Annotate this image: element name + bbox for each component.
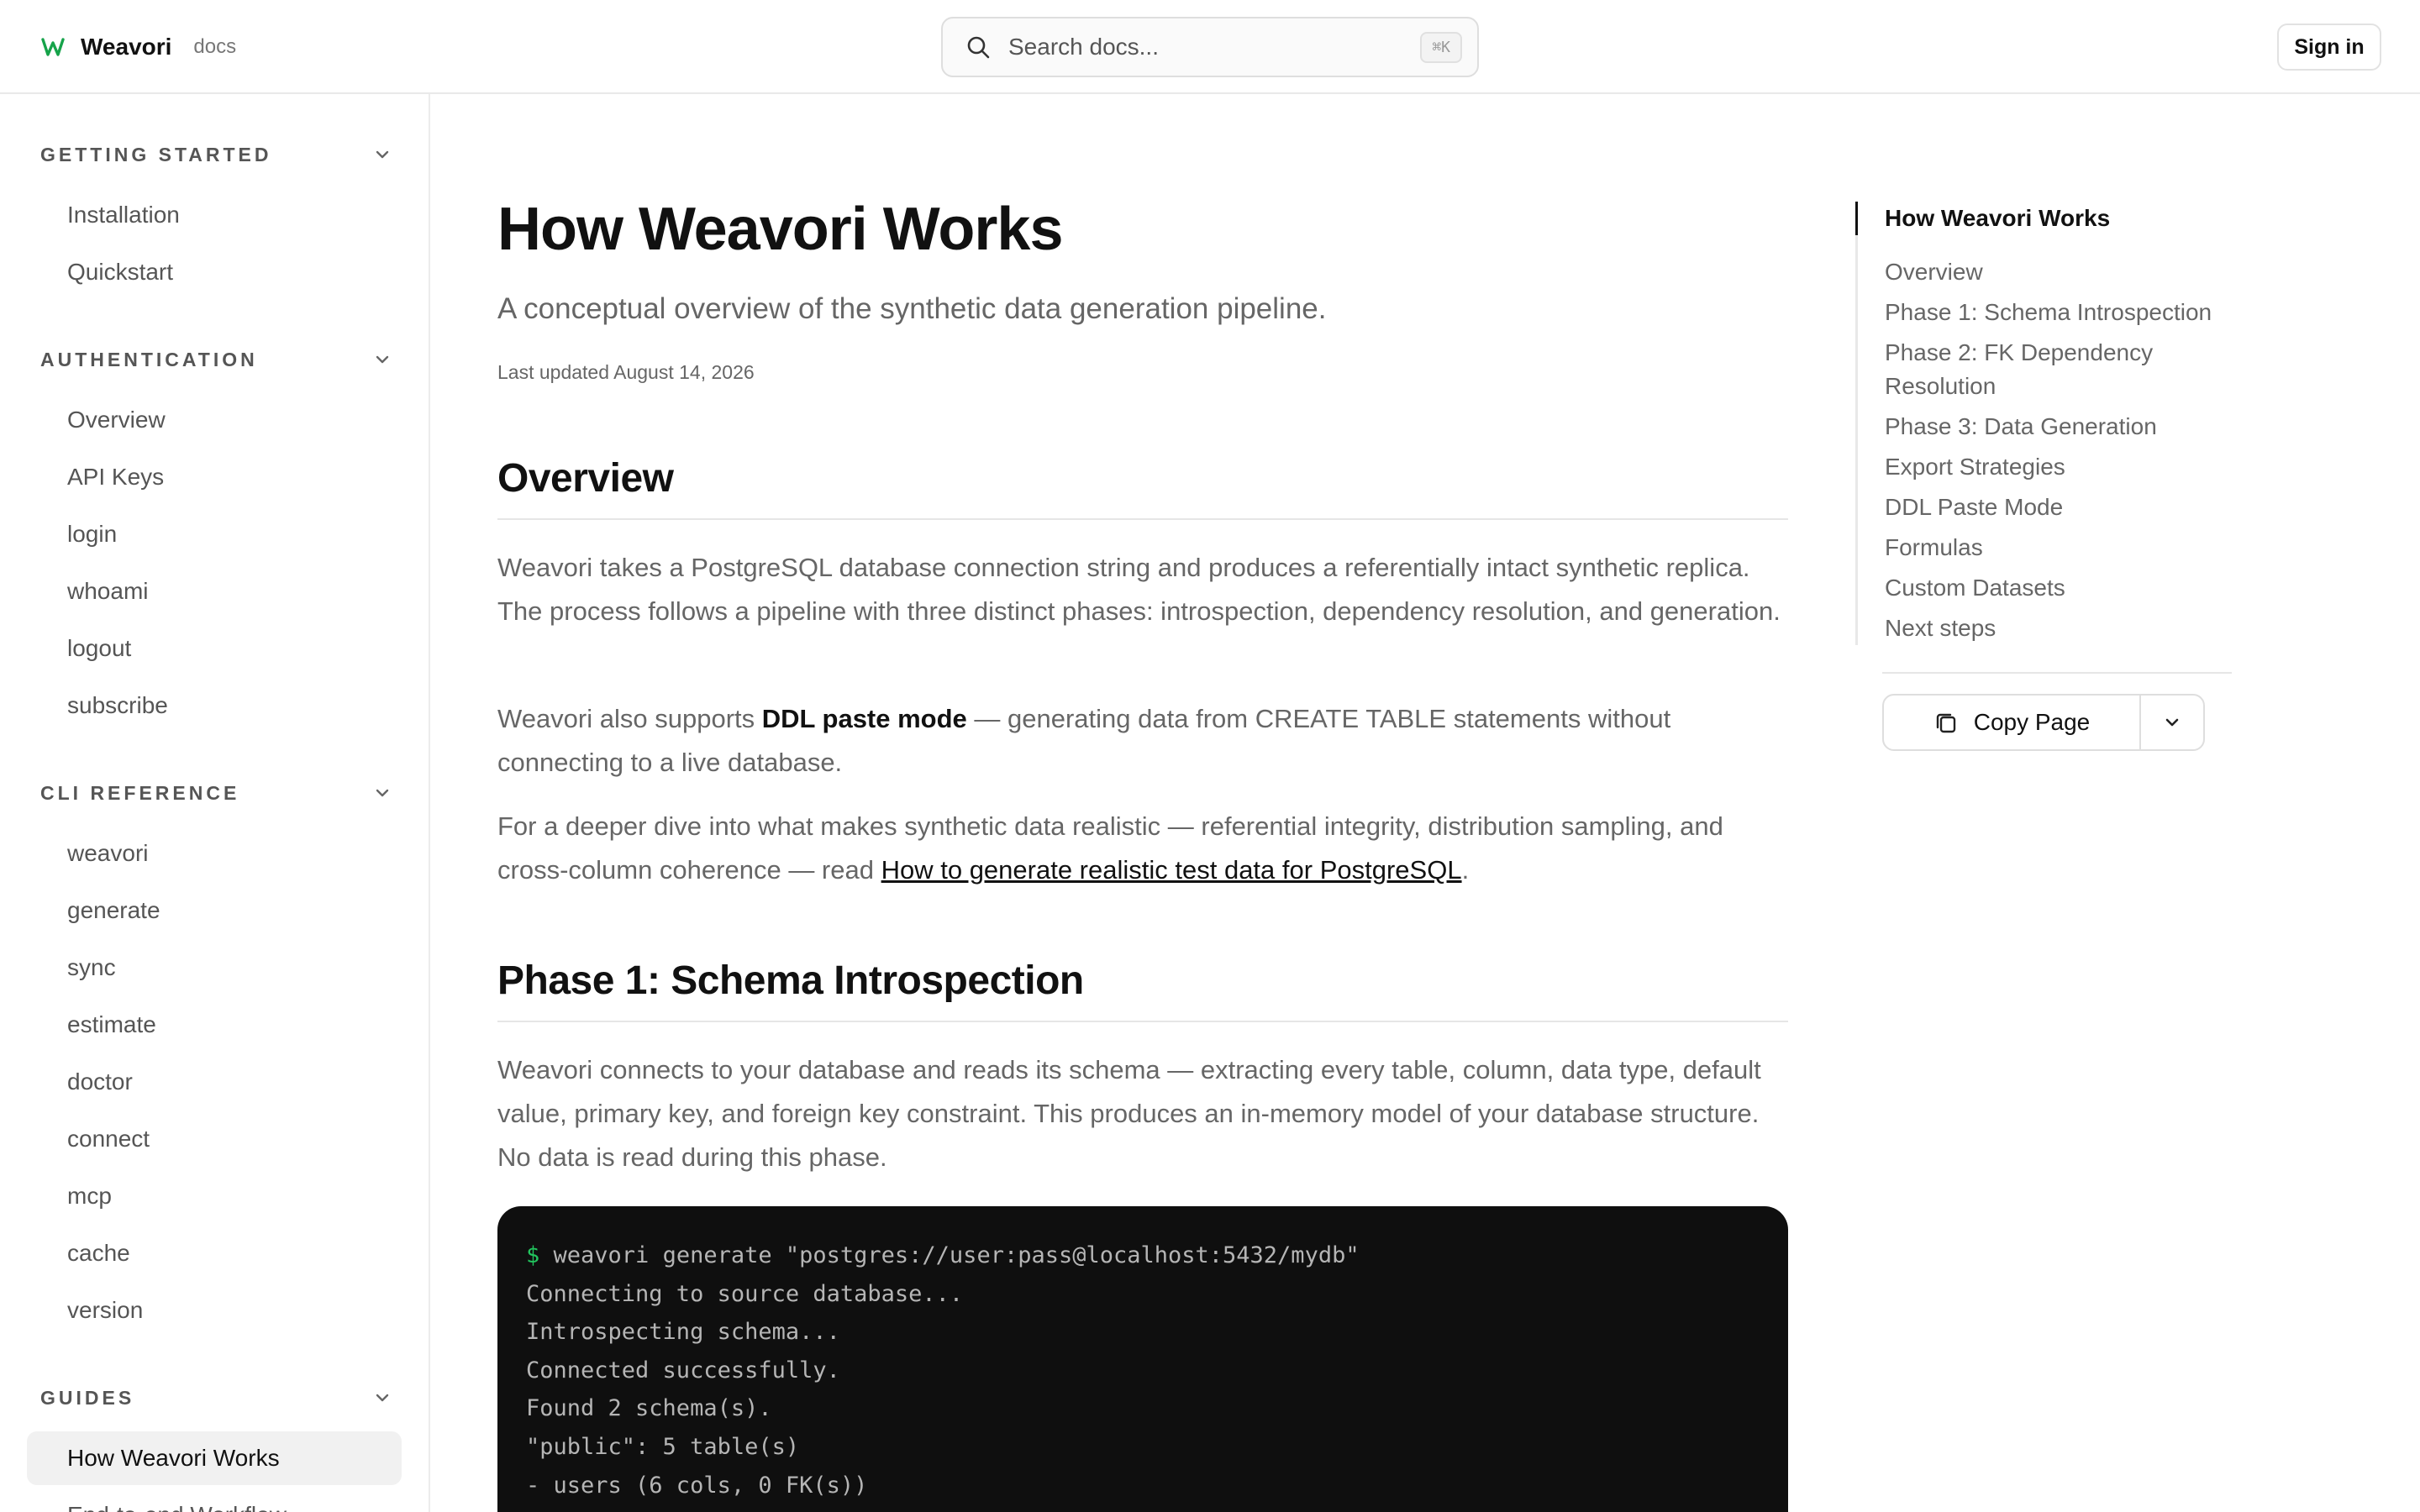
toc-item-phase-3[interactable]: Phase 3: Data Generation xyxy=(1858,410,2242,444)
sign-in-button[interactable]: Sign in xyxy=(2277,24,2381,71)
code-line-command: $ weavori generate "postgres://user:pass… xyxy=(526,1236,1760,1275)
paragraph-text: Weavori also supports xyxy=(497,704,762,733)
weavori-logo-icon xyxy=(41,38,65,56)
toc-item-how-weavori-works[interactable]: How Weavori Works xyxy=(1855,202,2242,235)
sidebar-item-whoami[interactable]: whoami xyxy=(27,564,402,618)
shell-prompt: $ xyxy=(526,1242,540,1268)
sidebar-item-generate[interactable]: generate xyxy=(27,884,402,937)
page-subtitle: A conceptual overview of the synthetic d… xyxy=(497,292,1327,325)
chevron-down-icon xyxy=(376,150,389,159)
sidebar-item-version[interactable]: version xyxy=(27,1284,402,1337)
sidebar-section-toggle[interactable]: CLI REFERENCE xyxy=(40,774,393,811)
sidebar-section-toggle[interactable]: GETTING STARTED xyxy=(40,136,393,173)
copy-page-label: Copy Page xyxy=(1973,709,2091,735)
heading-phase-1: Phase 1: Schema Introspection xyxy=(497,958,1788,1022)
sidebar-item-cache[interactable]: cache xyxy=(27,1226,402,1280)
sidebar-item-weavori[interactable]: weavori xyxy=(27,827,402,880)
toc-item-export-strategies[interactable]: Export Strategies xyxy=(1858,450,2242,484)
brand[interactable]: Weavori docs xyxy=(40,0,236,94)
sidebar-nav: GETTING STARTED Installation Quickstart … xyxy=(0,94,430,1512)
search-shortcut-badge: ⌘K xyxy=(1420,31,1462,63)
chevron-down-icon xyxy=(376,355,389,364)
toc-item-next-steps[interactable]: Next steps xyxy=(1858,612,2242,645)
toc-item-phase-2[interactable]: Phase 2: FK Dependency Resolution xyxy=(1858,336,2194,403)
code-line: "public": 5 table(s) xyxy=(526,1433,800,1460)
sidebar-item-end-to-end-workflow[interactable]: End-to-end Workflow xyxy=(27,1488,402,1512)
page-title: How Weavori Works xyxy=(497,196,1064,263)
table-of-contents: How Weavori Works Overview Phase 1: Sche… xyxy=(1855,94,2242,850)
search-icon xyxy=(967,36,990,59)
sidebar-item-logout[interactable]: logout xyxy=(27,622,402,675)
terminal-code-block: $ weavori generate "postgres://user:pass… xyxy=(497,1206,1788,1512)
copy-page-control: Copy Page xyxy=(1882,694,2205,751)
code-line: - users (6 cols, 0 FK(s)) xyxy=(526,1472,868,1499)
chevron-down-icon xyxy=(2165,718,2179,727)
toc-item-custom-datasets[interactable]: Custom Datasets xyxy=(1858,571,2242,605)
code-line: Connecting to source database... xyxy=(526,1280,964,1307)
search-docs-button[interactable]: Search docs... ⌘K xyxy=(941,17,1479,77)
copy-icon xyxy=(1936,713,1955,733)
last-updated: Last updated August 14, 2026 xyxy=(497,361,755,383)
sidebar-item-installation[interactable]: Installation xyxy=(27,188,402,242)
brand-tag: docs xyxy=(193,35,237,58)
heading-overview: Overview xyxy=(497,455,1788,520)
toc-item-formulas[interactable]: Formulas xyxy=(1858,531,2242,564)
search-placeholder: Search docs... xyxy=(1008,34,1159,60)
sidebar-item-subscribe[interactable]: subscribe xyxy=(27,679,402,732)
ddl-paste-mode-emphasis: DDL paste mode xyxy=(761,704,967,733)
sidebar-item-sync[interactable]: sync xyxy=(27,941,402,995)
brand-name: Weavori xyxy=(81,34,172,60)
sidebar-section-title: GUIDES xyxy=(40,1386,135,1409)
sidebar-item-how-weavori-works[interactable]: How Weavori Works xyxy=(27,1431,402,1485)
toc-item-ddl-paste-mode[interactable]: DDL Paste Mode xyxy=(1858,491,2242,524)
sidebar-item-login[interactable]: login xyxy=(27,507,402,561)
toc-item-overview[interactable]: Overview xyxy=(1858,255,2242,289)
code-command: weavori generate "postgres://user:pass@l… xyxy=(539,1242,1360,1268)
sidebar-item-doctor[interactable]: doctor xyxy=(27,1055,402,1109)
sidebar-item-overview[interactable]: Overview xyxy=(27,393,402,447)
sidebar-section-title: AUTHENTICATION xyxy=(40,348,258,370)
sidebar-item-connect[interactable]: connect xyxy=(27,1112,402,1166)
code-line: Introspecting schema... xyxy=(526,1319,840,1346)
toc-divider xyxy=(1882,672,2232,674)
chevron-down-icon xyxy=(376,1394,389,1402)
sidebar-item-quickstart[interactable]: Quickstart xyxy=(27,245,402,299)
phase1-paragraph-1: Weavori connects to your database and re… xyxy=(497,1055,1761,1172)
sidebar-item-mcp[interactable]: mcp xyxy=(27,1169,402,1223)
main-content: How Weavori Works A conceptual overview … xyxy=(497,94,1791,1512)
chevron-down-icon xyxy=(376,789,389,797)
realistic-test-data-link[interactable]: How to generate realistic test data for … xyxy=(881,855,1462,885)
overview-paragraph-1: Weavori takes a PostgreSQL database conn… xyxy=(497,553,1781,626)
toc-list: How Weavori Works Overview Phase 1: Sche… xyxy=(1855,202,2242,645)
overview-paragraph-2: Weavori also supports DDL paste mode — g… xyxy=(497,697,1791,785)
code-line: Connected successfully. xyxy=(526,1357,840,1383)
copy-options-dropdown[interactable] xyxy=(2141,696,2203,749)
sidebar-item-api-keys[interactable]: API Keys xyxy=(27,450,402,504)
sidebar-item-estimate[interactable]: estimate xyxy=(27,998,402,1052)
copy-page-button[interactable]: Copy Page xyxy=(1884,696,2141,749)
sidebar-section-toggle[interactable]: AUTHENTICATION xyxy=(40,341,393,378)
sidebar-section-title: GETTING STARTED xyxy=(40,143,272,165)
sidebar-section-toggle[interactable]: GUIDES xyxy=(40,1379,393,1416)
top-header: Weavori docs Search docs... ⌘K Sign in xyxy=(0,0,2420,94)
overview-paragraph-3: For a deeper dive into what makes synthe… xyxy=(497,805,1791,892)
paragraph-text: . xyxy=(1461,855,1470,885)
code-line: Found 2 schema(s). xyxy=(526,1395,772,1422)
toc-item-phase-1[interactable]: Phase 1: Schema Introspection xyxy=(1858,296,2242,329)
sidebar-section-title: CLI REFERENCE xyxy=(40,781,240,804)
